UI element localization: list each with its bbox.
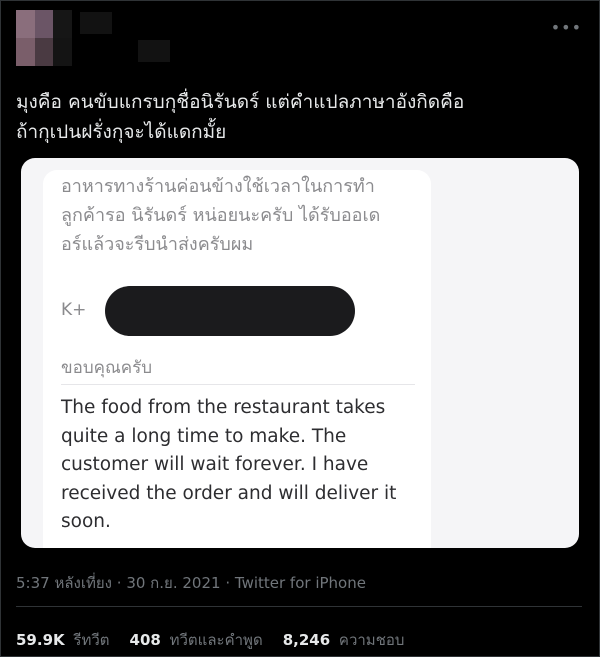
more-horizontal-icon[interactable]: ••• (551, 18, 582, 37)
display-name-redacted[interactable] (80, 12, 112, 34)
tweet-text: มุงคือ คนขับแกรบกุชื่อนิรันดร์ แต่คำแปลภ… (16, 91, 465, 143)
quotes-label: ทวีตและคำพูด (169, 631, 263, 649)
redacted-sender-name (105, 286, 355, 336)
sender-prefix: K+ (61, 300, 87, 320)
divider (61, 384, 415, 385)
thanks-text: ขอบคุณครับ (61, 358, 153, 378)
translated-message: The food from the restaurant takes quite… (61, 397, 397, 532)
likes-stat[interactable]: 8,246 ความชอบ (283, 628, 405, 652)
likes-count: 8,246 (282, 631, 331, 649)
divider (16, 606, 582, 607)
retweets-label: รีทวีต (73, 631, 110, 649)
engagement-stats: 59.9K รีทวีต 408 ทวีตและคำพูด 8,246 ความ… (16, 628, 404, 652)
meta-separator: · (225, 574, 231, 592)
avatar[interactable] (16, 10, 72, 66)
tweet-date[interactable]: 30 ก.ย. 2021 (126, 574, 220, 592)
quotes-stat[interactable]: 408 ทวีตและคำพูด (130, 628, 263, 652)
retweets-count: 59.9K (16, 631, 65, 649)
retweets-stat[interactable]: 59.9K รีทวีต (16, 628, 110, 652)
quotes-count: 408 (129, 631, 161, 649)
likes-label: ความชอบ (338, 631, 405, 649)
meta-separator: · (116, 574, 122, 592)
tweet-metadata: 5:37 หลังเที่ยง · 30 ก.ย. 2021 · Twitter… (16, 571, 366, 595)
tweet-source[interactable]: Twitter for iPhone (235, 574, 366, 592)
thai-message: อาหารทางร้านค่อนข้างใช้เวลาในการทำ ลูกค้… (61, 176, 381, 255)
tweet-time[interactable]: 5:37 หลังเที่ยง (16, 574, 112, 592)
user-handle-redacted[interactable] (138, 40, 170, 62)
tweet-media-image[interactable]: อาหารทางร้านค่อนข้างใช้เวลาในการทำ ลูกค้… (21, 158, 579, 548)
